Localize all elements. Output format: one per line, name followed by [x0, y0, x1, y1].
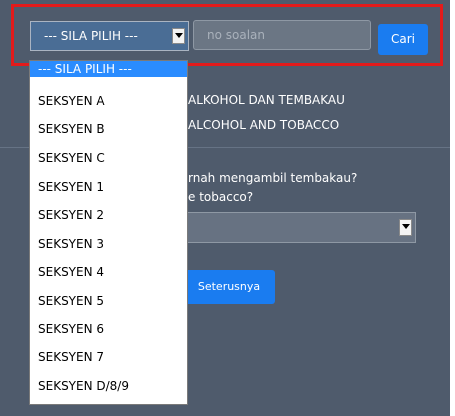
dropdown-option-seksyen-c[interactable]: SEKSYEN C [30, 145, 187, 171]
dropdown-option-default[interactable]: --- SILA PILIH --- [30, 61, 187, 77]
question-text-malay: rnah mengambil tembakau? [188, 171, 358, 185]
dropdown-option-seksyen-b[interactable]: SEKSYEN B [30, 116, 187, 142]
dropdown-option-seksyen-a[interactable]: SEKSYEN A [30, 88, 187, 114]
question-text-english: e tobacco? [188, 190, 254, 204]
chevron-down-icon[interactable] [399, 219, 412, 236]
dropdown-option-seksyen-3[interactable]: SEKSYEN 3 [30, 231, 187, 257]
search-button[interactable]: Cari [378, 24, 428, 55]
search-input[interactable]: no soalan [193, 20, 371, 50]
chevron-down-icon[interactable] [172, 28, 185, 44]
next-button[interactable]: Seterusnya [183, 270, 275, 304]
dropdown-option-seksyen-5[interactable]: SEKSYEN 5 [30, 288, 187, 314]
section-heading-malay: ALKOHOL DAN TEMBAKAU [188, 93, 345, 107]
dropdown-option-seksyen-1[interactable]: SEKSYEN 1 [30, 174, 187, 200]
section-heading-english: ALCOHOL AND TOBACCO [188, 118, 340, 132]
section-dropdown-list[interactable]: --- SILA PILIH --- SEKSYEN A SEKSYEN B S… [29, 60, 188, 405]
answer-select[interactable] [185, 212, 416, 243]
dropdown-option-seksyen-2[interactable]: SEKSYEN 2 [30, 202, 187, 228]
dropdown-option-seksyen-d-8-9[interactable]: SEKSYEN D/8/9 [30, 373, 187, 399]
dropdown-option-seksyen-4[interactable]: SEKSYEN 4 [30, 259, 187, 285]
section-select[interactable]: --- SILA PILIH --- [30, 21, 189, 51]
dropdown-option-seksyen-7[interactable]: SEKSYEN 7 [30, 344, 187, 370]
search-input-placeholder: no soalan [207, 28, 266, 42]
dropdown-option-seksyen-6[interactable]: SEKSYEN 6 [30, 316, 187, 342]
section-select-value: --- SILA PILIH --- [44, 29, 138, 43]
